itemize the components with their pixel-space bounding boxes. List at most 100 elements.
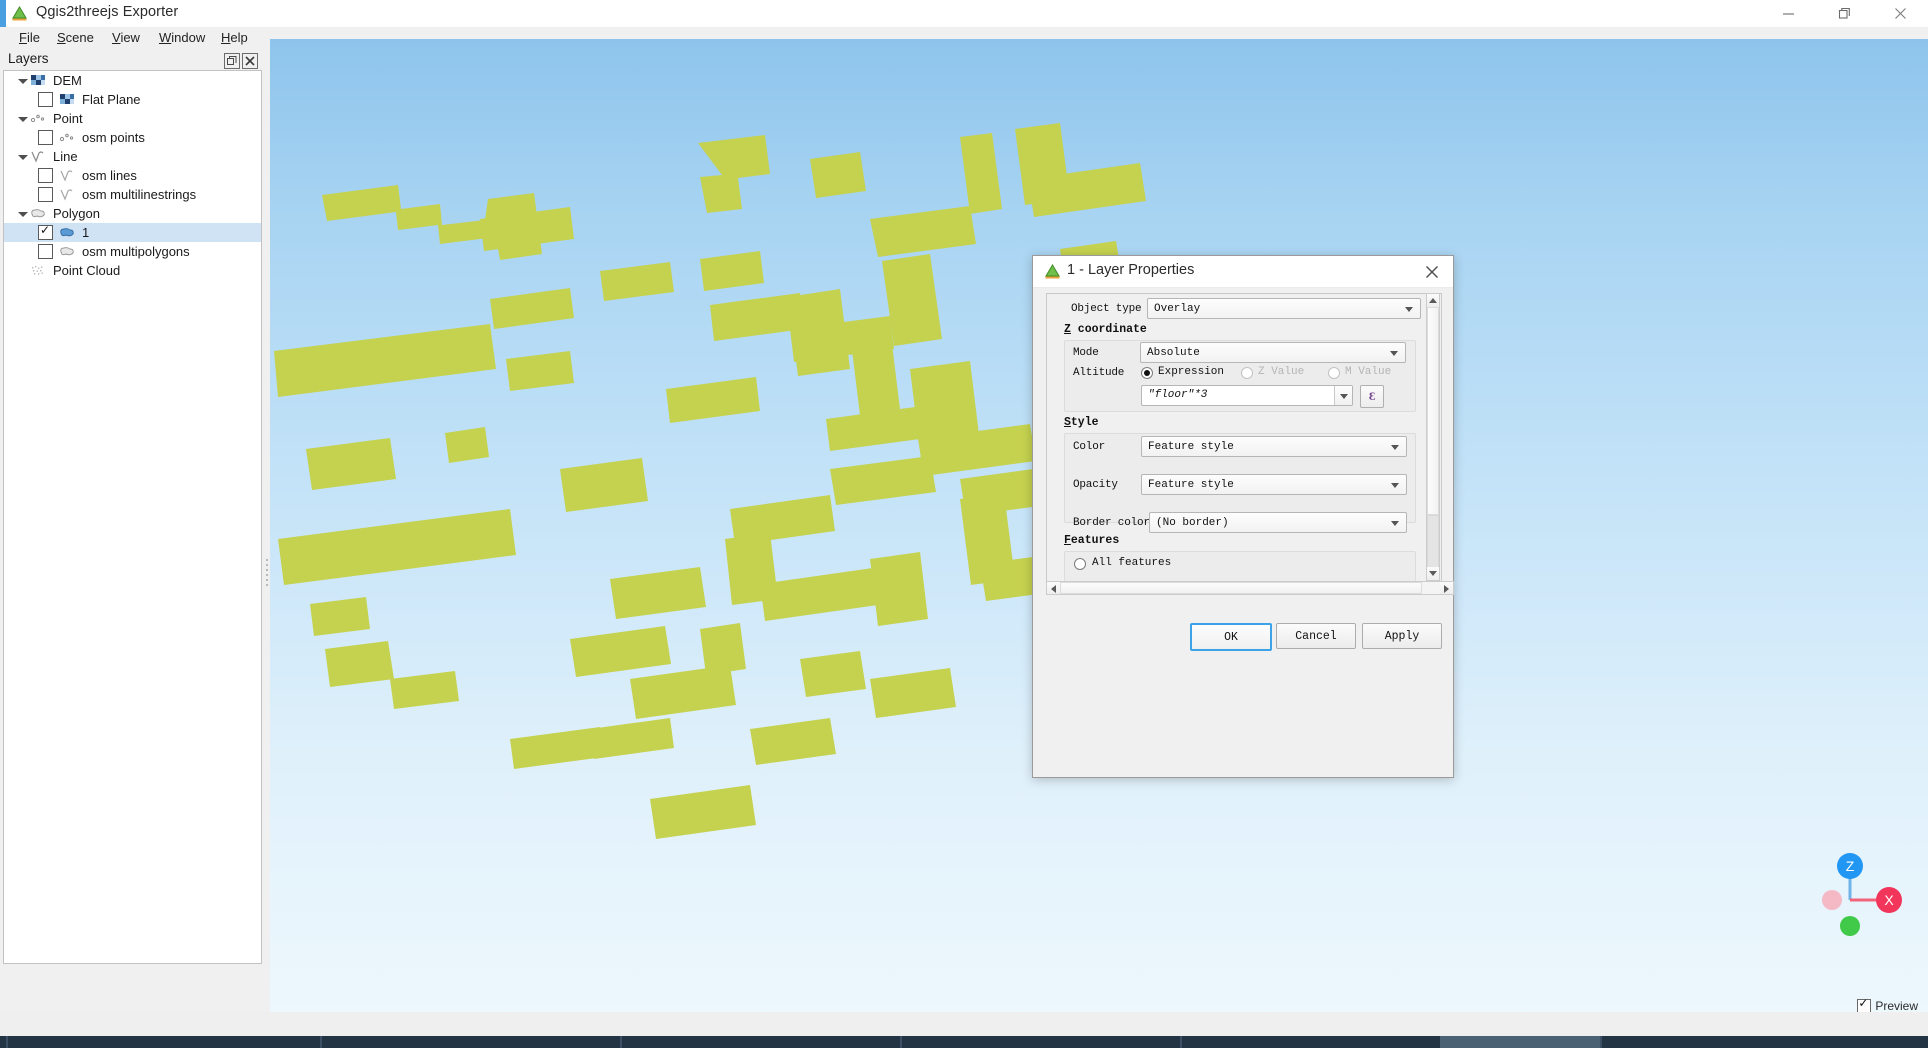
dock-float-icon[interactable]	[224, 53, 240, 69]
layer-visibility-checkbox[interactable]	[38, 244, 53, 259]
altitude-expression-field[interactable]: "floor"*3	[1141, 385, 1353, 406]
layer-visibility-checkbox[interactable]	[38, 187, 53, 202]
altitude-expression-value: "floor"*3	[1148, 389, 1207, 401]
pointcloud-icon	[29, 264, 47, 278]
menu-accel: F	[19, 30, 27, 45]
menu-accel: W	[159, 30, 171, 45]
dialog-close-button[interactable]	[1411, 256, 1453, 287]
layers-dock-header: Layers	[0, 49, 263, 70]
layer-visibility-checkbox[interactable]	[38, 130, 53, 145]
group-title-accel: F	[1064, 534, 1071, 547]
cancel-button[interactable]: Cancel	[1276, 623, 1356, 649]
tree-item-flat-plane[interactable]: Flat Plane	[4, 90, 261, 109]
border-color-label: Border color	[1073, 517, 1150, 529]
tree-item-1[interactable]: 1	[4, 223, 261, 242]
menu-file[interactable]: File	[12, 29, 47, 47]
group-title-accel: S	[1064, 416, 1071, 429]
statusbar	[0, 1012, 1928, 1036]
chevron-down-icon	[1391, 445, 1399, 450]
ok-button[interactable]: OK	[1190, 623, 1272, 651]
dialog-scroll-area[interactable]: Object type Overlay Z coordinate Mode Ab…	[1046, 293, 1442, 583]
chevron-down-icon[interactable]	[16, 207, 29, 220]
scroll-up-button[interactable]	[1427, 294, 1439, 307]
chevron-down-icon	[1405, 307, 1413, 312]
scroll-thumb[interactable]	[1427, 307, 1439, 515]
opacity-value: Feature style	[1148, 479, 1234, 491]
object-type-label: Object type	[1071, 303, 1141, 315]
scroll-right-button[interactable]	[1440, 582, 1453, 594]
altitude-radio-m-value[interactable]	[1328, 367, 1340, 379]
chevron-down-icon[interactable]	[16, 150, 29, 163]
tree-item-polygon[interactable]: Polygon	[4, 204, 261, 223]
dialog-titlebar: 1 - Layer Properties	[1033, 256, 1453, 288]
dock-splitter[interactable]	[263, 49, 270, 1012]
close-icon	[1425, 265, 1439, 279]
tree-item-osm-points[interactable]: osm points	[4, 128, 261, 147]
tree-item-osm-multipolygons[interactable]: osm multipolygons	[4, 242, 261, 261]
menu-accel: S	[57, 30, 66, 45]
tree-item-dem[interactable]: DEM	[4, 71, 261, 90]
scroll-track[interactable]	[1427, 515, 1439, 569]
expression-builder-button[interactable]: Ɛ	[1360, 385, 1384, 408]
axis-gizmo[interactable]: Z X	[1790, 822, 1910, 942]
menu-help[interactable]: Help	[214, 29, 255, 47]
layer-visibility-checkbox[interactable]	[38, 92, 53, 107]
mode-label: Mode	[1073, 347, 1099, 359]
altitude-label: Altitude	[1073, 367, 1124, 379]
tree-item-point-cloud[interactable]: Point Cloud	[4, 261, 261, 280]
layer-visibility-checkbox[interactable]	[38, 225, 53, 240]
chevron-down-icon	[1391, 483, 1399, 488]
menu-window[interactable]: Window	[152, 29, 212, 47]
dem-icon	[58, 93, 76, 107]
tree-item-label: osm multilinestrings	[82, 185, 196, 204]
application-window: Qgis2threejs Exporter File Scene View Wi…	[0, 0, 1928, 1048]
features-radio-all[interactable]	[1074, 558, 1086, 570]
tree-indent	[16, 264, 29, 277]
color-combo[interactable]: Feature style	[1141, 436, 1407, 457]
preview-label: Preview	[1875, 999, 1918, 1013]
point-layer-icon	[29, 112, 47, 126]
opacity-combo[interactable]: Feature style	[1141, 474, 1407, 495]
dialog-form-content: Object type Overlay Z coordinate Mode Ab…	[1047, 294, 1423, 582]
layers-panel-title: Layers	[8, 51, 49, 66]
opacity-label: Opacity	[1073, 479, 1118, 491]
menu-label: iew	[120, 30, 140, 45]
polygon-layer-icon-blue	[58, 226, 76, 240]
tree-item-label: osm lines	[82, 166, 137, 185]
scroll-left-button[interactable]	[1047, 582, 1060, 594]
minimize-button[interactable]	[1760, 0, 1816, 27]
dock-close-icon[interactable]	[242, 53, 258, 69]
layer-visibility-checkbox[interactable]	[38, 168, 53, 183]
polygon-layer-icon	[58, 245, 76, 259]
chevron-down-icon[interactable]	[16, 74, 29, 87]
scroll-down-button[interactable]	[1427, 567, 1439, 580]
altitude-radio-expression[interactable]	[1141, 367, 1153, 379]
scroll-thumb[interactable]	[1060, 582, 1422, 594]
app-icon	[11, 5, 28, 22]
chevron-down-icon[interactable]	[16, 112, 29, 125]
menu-view[interactable]: View	[105, 29, 147, 47]
maximize-button[interactable]	[1816, 0, 1872, 27]
tree-item-osm-multilinestrings[interactable]: osm multilinestrings	[4, 185, 261, 204]
border-color-combo[interactable]: (No border)	[1149, 512, 1407, 533]
dialog-vertical-scrollbar[interactable]	[1426, 293, 1440, 581]
close-icon	[245, 56, 255, 66]
chevron-down-icon[interactable]	[1334, 386, 1352, 405]
tree-item-line[interactable]: Line	[4, 147, 261, 166]
tree-item-point[interactable]: Point	[4, 109, 261, 128]
dialog-horizontal-scrollbar[interactable]	[1046, 581, 1454, 595]
layer-properties-dialog[interactable]: 1 - Layer Properties Object type Overlay…	[1032, 255, 1454, 778]
altitude-radio-m-value-label: M Value	[1345, 366, 1391, 378]
menu-scene[interactable]: Scene	[50, 29, 101, 47]
splitter-grip[interactable]	[266, 559, 268, 593]
close-button[interactable]	[1872, 0, 1928, 27]
line-layer-icon	[29, 150, 47, 164]
mode-combo[interactable]: Absolute	[1140, 342, 1406, 363]
apply-button[interactable]: Apply	[1362, 623, 1442, 649]
object-type-combo[interactable]: Overlay	[1147, 298, 1421, 319]
tree-item-label: Polygon	[53, 204, 100, 223]
altitude-radio-z-value[interactable]	[1241, 367, 1253, 379]
layers-tree[interactable]: DEM Flat Plane	[3, 70, 262, 964]
axis-label-z: Z	[1846, 858, 1855, 874]
tree-item-osm-lines[interactable]: osm lines	[4, 166, 261, 185]
